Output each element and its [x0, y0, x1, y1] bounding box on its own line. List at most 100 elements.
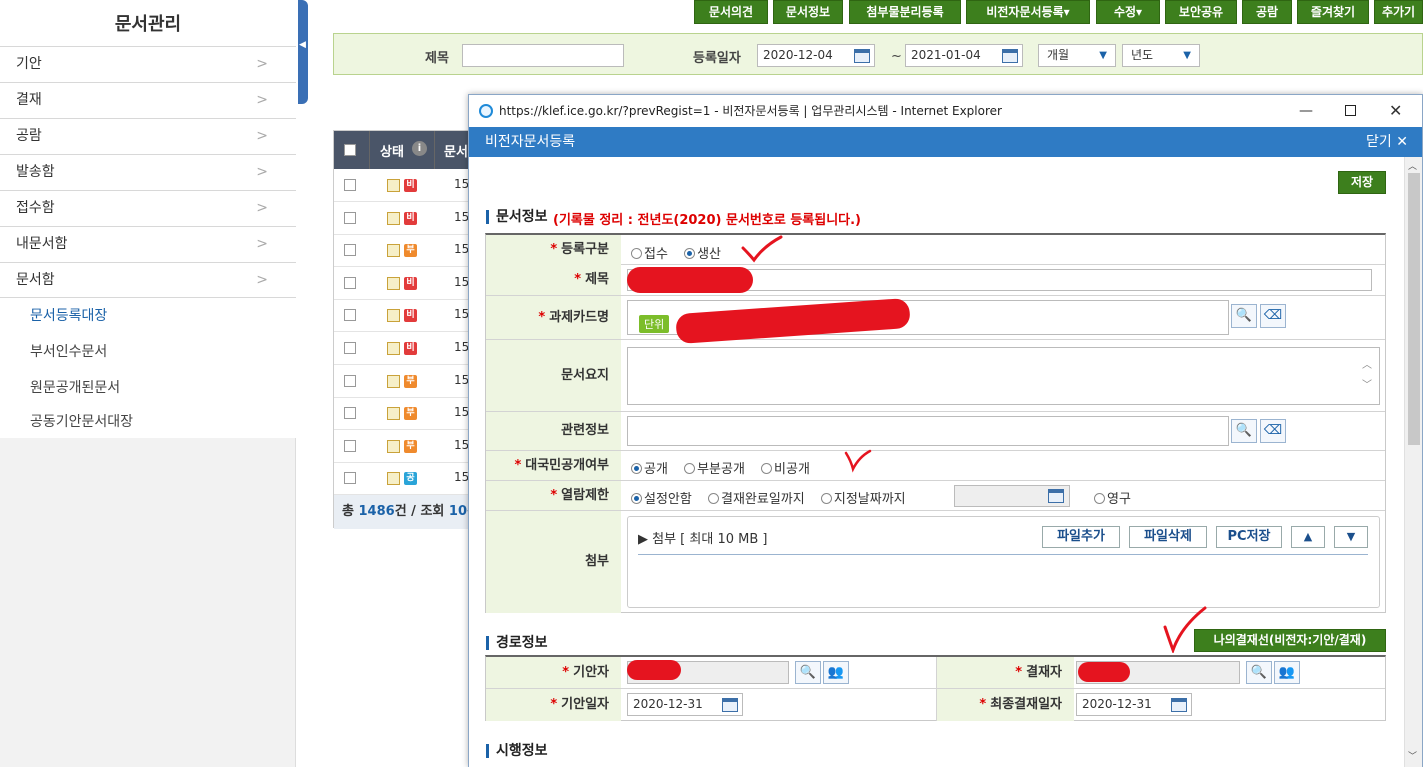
title-search-input[interactable]	[462, 44, 624, 67]
calendar-icon[interactable]	[1048, 489, 1064, 503]
people-icon[interactable]: 👥	[823, 661, 849, 684]
add-button[interactable]: 추가기	[1374, 0, 1423, 24]
row-checkbox[interactable]	[344, 179, 356, 191]
search-icon[interactable]: 🔍	[795, 661, 821, 684]
popup-scrollbar[interactable]: ︿ ﹀	[1404, 157, 1422, 767]
delete-file-button[interactable]: 파일삭제	[1129, 526, 1207, 548]
search-icon[interactable]: 🔍	[1231, 304, 1257, 328]
favorites-button[interactable]: 즐겨찾기	[1297, 0, 1369, 24]
sidebar-subitem-public-docs[interactable]: 원문공개된문서	[0, 370, 296, 406]
year-select[interactable]: 년도 ▼	[1122, 44, 1200, 67]
add-file-button[interactable]: 파일추가	[1042, 526, 1120, 548]
non-electronic-register-button[interactable]: 비전자문서등록▾	[966, 0, 1090, 24]
doc-opinion-button[interactable]: 문서의견	[694, 0, 768, 24]
popup-close-button[interactable]: 닫기 ✕	[1366, 127, 1408, 157]
calendar-icon[interactable]	[854, 49, 870, 63]
list-header: 상태 i 문서	[334, 131, 474, 169]
sidebar-item-draft[interactable]: 기안 >	[0, 46, 296, 82]
row-checkbox[interactable]	[344, 407, 356, 420]
row-checkbox[interactable]	[344, 472, 356, 485]
scroll-down-icon[interactable]: ﹀	[1408, 749, 1417, 762]
row-checkbox[interactable]	[344, 244, 356, 257]
attach-separate-register-button[interactable]: 첨부물분리등록	[849, 0, 961, 24]
reg-type-label: * 등록구분	[486, 235, 621, 265]
eraser-icon[interactable]: ⌫	[1260, 419, 1286, 443]
access-until-approval-radio[interactable]: 결재완료일까지	[707, 492, 805, 507]
table-row[interactable]: 부 153	[334, 430, 477, 463]
window-close-icon[interactable]: ✕	[1389, 95, 1402, 127]
access-none-radio[interactable]: 설정안함	[631, 492, 692, 507]
circulate-button[interactable]: 공람	[1242, 0, 1292, 24]
table-row[interactable]: 공 153	[334, 462, 477, 496]
access-permanent-radio[interactable]: 영구	[1094, 488, 1131, 507]
move-up-icon[interactable]: ▲	[1291, 526, 1325, 548]
row-checkbox[interactable]	[344, 439, 356, 452]
move-down-icon[interactable]: ▼	[1334, 526, 1368, 548]
eraser-icon[interactable]: ⌫	[1260, 304, 1286, 328]
sidebar-subitem-register-ledger[interactable]: 문서등록대장	[0, 298, 296, 334]
status-badge: 부	[404, 374, 417, 388]
pc-save-button[interactable]: PC저장	[1216, 526, 1282, 548]
scroll-up-icon[interactable]: ︿	[1362, 356, 1372, 371]
edit-button[interactable]: 수정▾	[1096, 0, 1160, 24]
table-row[interactable]: 비 153	[334, 332, 477, 365]
reg-type-receive-radio[interactable]: 접수	[631, 247, 668, 262]
period-select[interactable]: 개월 ▼	[1038, 44, 1116, 67]
document-edit-icon	[387, 309, 400, 323]
table-row[interactable]: 비 153	[334, 299, 477, 333]
search-icon[interactable]: 🔍	[1246, 661, 1272, 684]
info-icon[interactable]: i	[412, 141, 427, 156]
scrollbar-thumb[interactable]	[1408, 173, 1420, 445]
checkmark-annotation-icon	[741, 235, 783, 263]
maximize-icon[interactable]	[1345, 105, 1356, 116]
sidebar-item-document-box[interactable]: 문서함 >	[0, 262, 296, 298]
table-row[interactable]: 비 153	[334, 202, 477, 235]
subject-row: * 제목	[486, 265, 1385, 296]
disclosure-partial-radio[interactable]: 부분공개	[684, 462, 745, 477]
sidebar-item-circulation[interactable]: 공람 >	[0, 118, 296, 154]
document-edit-icon	[387, 276, 400, 290]
drafter-row: * 기안자 🔍 👥 * 결재자 🔍 👥	[486, 657, 1385, 689]
table-row[interactable]: 비 153	[334, 169, 477, 202]
scroll-up-icon[interactable]: ︿	[1408, 159, 1417, 172]
close-icon: ✕	[1391, 134, 1408, 150]
table-row[interactable]: 비 153	[334, 267, 477, 300]
doc-info-button[interactable]: 문서정보	[773, 0, 843, 24]
sidebar-collapse-button[interactable]: ◀	[298, 0, 308, 104]
sidebar-subitem-joint-draft[interactable]: 공동기안문서대장	[0, 404, 296, 438]
disclosure-private-radio[interactable]: 비공개	[761, 462, 810, 477]
row-checkbox[interactable]	[344, 374, 356, 387]
exec-section-title: 시행정보	[486, 744, 548, 758]
table-row[interactable]: 부 153	[334, 234, 477, 268]
security-share-button[interactable]: 보안공유	[1165, 0, 1237, 24]
reg-type-options: 접수 생산	[631, 243, 721, 262]
sidebar-item-inbox[interactable]: 접수함 >	[0, 190, 296, 226]
table-row[interactable]: 부 153	[334, 365, 477, 398]
table-row[interactable]: 부 153	[334, 397, 477, 431]
calendar-icon[interactable]	[722, 698, 738, 712]
my-approval-line-button[interactable]: 나의결재선(비전자:기안/결재)	[1194, 629, 1386, 652]
sidebar-subitem-dept-transfer[interactable]: 부서인수문서	[0, 334, 296, 370]
scroll-down-icon[interactable]: ﹀	[1362, 376, 1372, 391]
save-button[interactable]: 저장	[1338, 171, 1386, 194]
row-checkbox[interactable]	[344, 211, 356, 224]
select-all-checkbox[interactable]	[344, 144, 356, 156]
reg-type-produce-radio[interactable]: 생산	[684, 247, 721, 262]
taskcard-label: * 과제카드명	[486, 296, 621, 339]
minimize-icon[interactable]: —	[1299, 95, 1313, 127]
sidebar-item-my-documents[interactable]: 내문서함 >	[0, 226, 296, 262]
calendar-icon[interactable]	[1002, 49, 1018, 63]
row-checkbox[interactable]	[344, 309, 356, 322]
access-until-date-radio[interactable]: 지정날짜까지	[820, 492, 906, 507]
row-checkbox[interactable]	[344, 276, 356, 289]
document-edit-icon	[387, 342, 400, 355]
sidebar-item-approval[interactable]: 결재 >	[0, 82, 296, 118]
people-icon[interactable]: 👥	[1274, 661, 1300, 684]
search-icon[interactable]: 🔍	[1231, 419, 1257, 443]
row-checkbox[interactable]	[344, 342, 356, 354]
disclosure-public-radio[interactable]: 공개	[631, 462, 668, 477]
summary-textarea[interactable]	[627, 347, 1380, 405]
sidebar-item-outbox[interactable]: 발송함 >	[0, 154, 296, 190]
related-input[interactable]	[627, 416, 1229, 446]
calendar-icon[interactable]	[1171, 698, 1187, 712]
